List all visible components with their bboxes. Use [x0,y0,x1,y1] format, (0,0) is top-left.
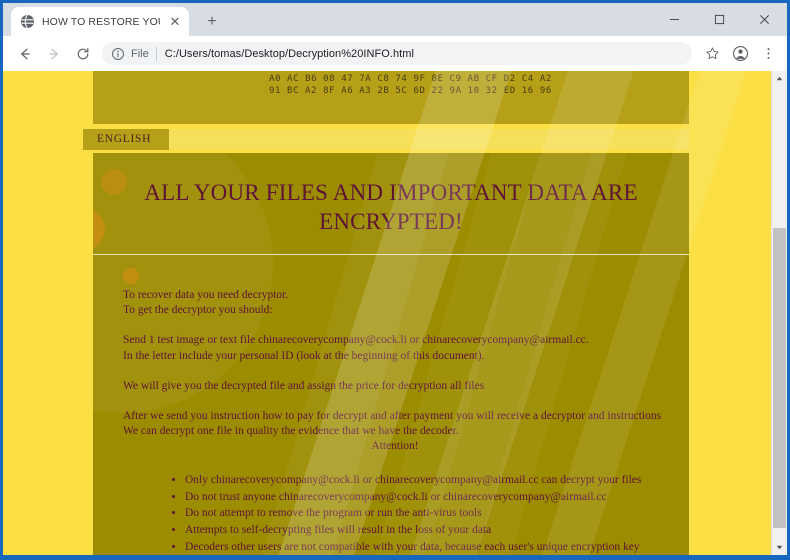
list-item: Decoders other users are not compatible … [185,540,667,554]
hex-dump-text: A0 AC B6 08 47 7A C8 74 9F 8E C9 AB CF D… [269,74,552,96]
list-item: Attempts to self-decrypting files will r… [185,523,667,537]
browser-menu-icon[interactable] [755,41,781,67]
window-controls [652,3,787,36]
note-paragraph: In the letter include your personal ID (… [123,349,485,362]
maximize-button[interactable] [697,3,742,36]
note-attention-label: Attention! [371,440,419,453]
tab-title: HOW TO RESTORE YOUR FILES [42,15,160,28]
address-bar[interactable]: File C:/Users/tomas/Desktop/Decryption%2… [102,42,692,65]
language-tab-english[interactable]: ENGLISH [83,129,170,150]
page-scrollbar[interactable] [771,71,787,555]
browser-window-inner: HOW TO RESTORE YOUR FILES ✕ + [3,3,787,555]
page-viewport: A0 AC B6 08 47 7A C8 74 9F 8E C9 AB CF D… [3,71,787,555]
scroll-down-icon[interactable] [772,540,787,555]
close-icon[interactable]: ✕ [167,14,183,30]
language-tab-strip [163,129,689,149]
list-item: Only chinarecoverycompany@cock.li or chi… [185,473,667,487]
reload-button[interactable] [69,40,96,67]
ransom-note-warning-list: Only chinarecoverycompany@cock.li or chi… [123,473,667,555]
scroll-up-icon[interactable] [772,71,787,86]
list-item: Do not trust anyone chinarecoverycompany… [185,490,667,504]
browser-window: HOW TO RESTORE YOUR FILES ✕ + [0,0,790,560]
bookmark-star-icon[interactable] [699,41,725,67]
browser-tab[interactable]: HOW TO RESTORE YOUR FILES ✕ [11,7,189,36]
new-tab-button[interactable]: + [201,11,223,33]
back-button[interactable] [11,40,38,67]
globe-icon [20,14,35,29]
note-paragraph: We will give you the decrypted file and … [123,379,485,392]
browser-toolbar: File C:/Users/tomas/Desktop/Decryption%2… [3,36,787,71]
ransom-note-text: To recover data you need decryptor. To g… [93,255,689,555]
page-title: ALL YOUR FILES AND IMPORTANT DATA ARE EN… [144,180,638,234]
ransom-note-panel: ALL YOUR FILES AND IMPORTANT DATA ARE EN… [93,153,689,555]
hex-dump-panel: A0 AC B6 08 47 7A C8 74 9F 8E C9 AB CF D… [93,71,689,124]
note-paragraph: After we send you instruction how to pay… [123,410,662,438]
profile-icon[interactable] [727,41,753,67]
close-button[interactable] [742,3,787,36]
minimize-button[interactable] [652,3,697,36]
info-circle-icon[interactable] [111,47,125,61]
scrollbar-thumb[interactable] [773,228,786,528]
note-paragraph: Send 1 test image or text file chinareco… [123,334,589,347]
ransom-note-body: ALL YOUR FILES AND IMPORTANT DATA ARE EN… [93,153,689,555]
note-paragraph: To get the decryptor you should: [123,304,273,317]
url-text[interactable]: C:/Users/tomas/Desktop/Decryption%20INFO… [165,48,688,60]
language-tab-row: ENGLISH [3,124,787,153]
tab-strip: HOW TO RESTORE YOUR FILES ✕ + [3,3,787,36]
url-scheme-label: File [131,47,149,60]
omnibox-divider [155,46,157,61]
note-paragraph: To recover data you need decryptor. [123,289,289,301]
list-item: Do not attempt to remove the program or … [185,506,667,520]
forward-button[interactable] [40,40,67,67]
